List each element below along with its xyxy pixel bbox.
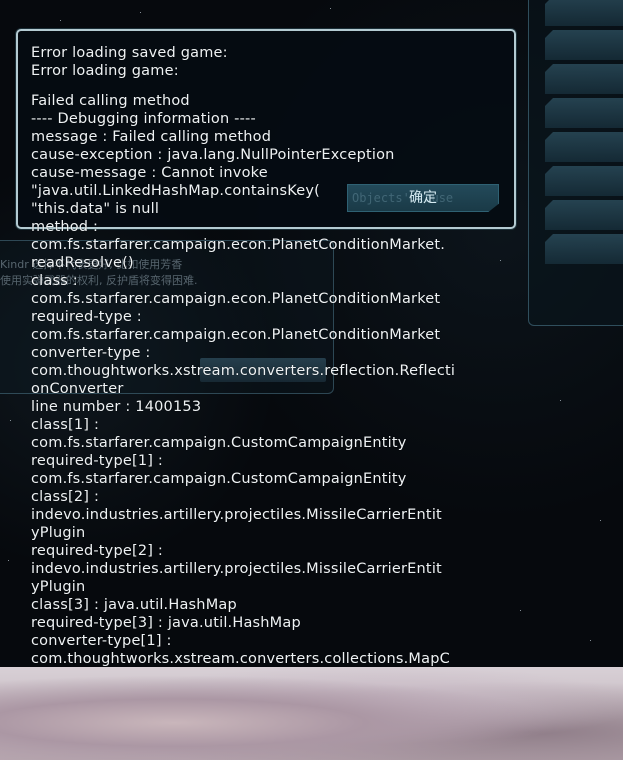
error-line: yPlugin [31,525,86,541]
star [600,520,601,521]
error-line: com.thoughtworks.xstream.converters.coll… [31,651,450,667]
error-line: cause-message : Cannot invoke [31,165,268,181]
error-line: "java.util.LinkedHashMap.containsKey( [31,183,320,199]
photo-overlay [0,667,623,760]
error-line: required-type[1] : [31,453,164,469]
side-panel-slot[interactable] [545,30,623,60]
error-line: indevo.industries.artillery.projectiles.… [31,507,442,523]
star [590,640,591,641]
error-line: com.fs.starfarer.campaign.econ.PlanetCon… [31,237,446,253]
error-line: yPlugin [31,579,86,595]
error-line: converter-type : [31,345,151,361]
error-line: Failed calling method [31,93,190,109]
star [60,20,61,21]
error-line: onConverter [31,381,124,397]
game-screen: Kindr 选择不代表更好, 比如使用芳香 使用实弹武器的权利, 反护盾将变得困… [0,0,623,760]
error-line: required-type[3] : java.util.HashMap [31,615,301,631]
error-line: line number : 1400153 [31,399,202,415]
star [8,560,9,561]
error-line: readResolve() [31,255,134,271]
star [520,610,521,611]
side-panel-slot[interactable] [545,64,623,94]
error-title: Error loading saved game: [31,45,228,61]
error-line: indevo.industries.artillery.projectiles.… [31,561,442,577]
error-line: class : [31,273,78,289]
error-line: message : Failed calling method [31,129,272,145]
error-line: ---- Debugging information ---- [31,111,256,127]
side-panel-slot[interactable] [545,0,623,26]
error-line: "this.data" is null [31,201,160,217]
ok-button[interactable]: Objects' cause 确定 [347,184,499,212]
error-line: class[2] : [31,489,100,505]
star [500,260,501,261]
background-text: 使用实弹武器的权利, 反护盾将变得困难. [0,274,198,287]
side-panel-slot[interactable] [545,200,623,230]
star [10,420,11,421]
error-line: method : [31,219,99,235]
error-line: com.thoughtworks.xstream.converters.refl… [31,363,456,379]
error-line: class[1] : [31,417,100,433]
star [560,400,561,401]
ok-button-ghost-text: Objects' cause [352,191,454,205]
error-line: com.fs.starfarer.campaign.econ.PlanetCon… [31,291,441,307]
error-line: com.fs.starfarer.campaign.CustomCampaign… [31,435,407,451]
star [330,8,331,9]
error-line: converter-type[1] : [31,633,172,649]
error-line: required-type : [31,309,142,325]
error-line: com.fs.starfarer.campaign.econ.PlanetCon… [31,327,441,343]
side-panel-slot[interactable] [545,98,623,128]
side-panel-slot[interactable] [545,234,623,264]
side-panel-slot[interactable] [545,132,623,162]
error-subtitle: Error loading game: [31,63,179,79]
side-panel-slot[interactable] [545,166,623,196]
star [140,12,141,13]
error-line: cause-exception : java.lang.NullPointerE… [31,147,395,163]
error-line: required-type[2] : [31,543,164,559]
error-line: com.fs.starfarer.campaign.CustomCampaign… [31,471,407,487]
ok-button-label: 确定 [409,190,437,206]
error-line: class[3] : java.util.HashMap [31,597,237,613]
